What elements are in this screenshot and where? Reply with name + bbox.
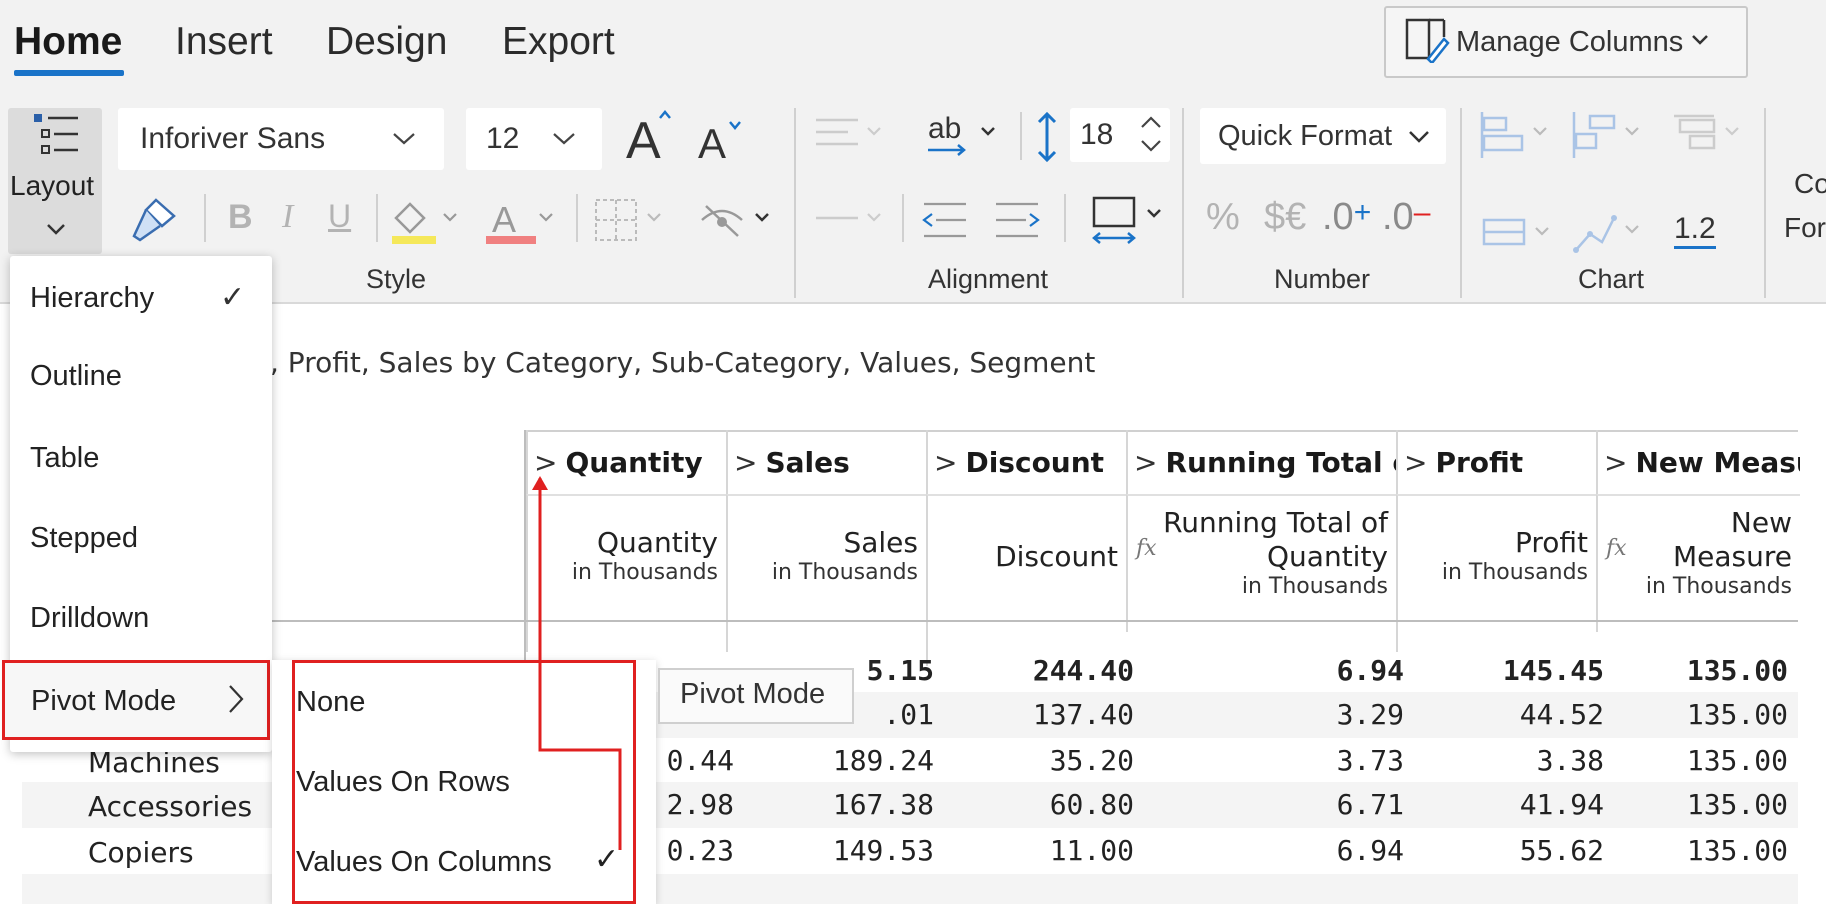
annotation-arrow [532,476,622,850]
